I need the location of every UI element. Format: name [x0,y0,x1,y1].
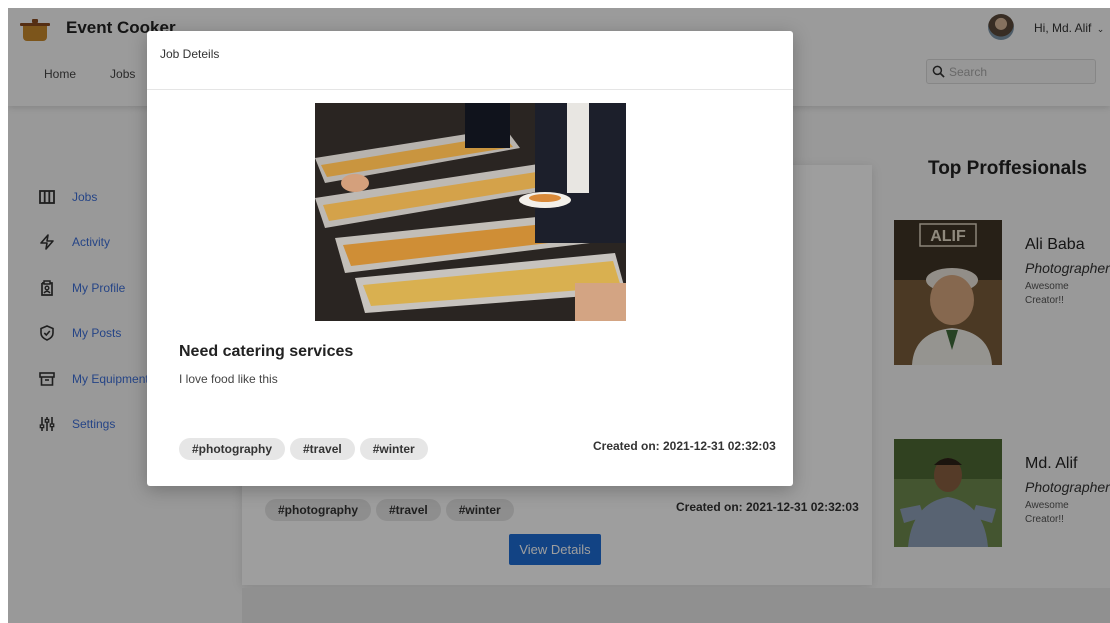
job-tags: #photography #travel #winter [179,438,433,460]
job-title: Need catering services [179,343,354,360]
job-details-modal: Job Deteils Need catering services I lov… [147,31,793,486]
job-created-date: Created on: 2021-12-31 02:32:03 [593,439,776,453]
tag-chip[interactable]: #photography [179,438,285,460]
modal-header: Job Deteils [147,31,793,90]
app-window: Event Cooker Home Jobs Hi, Md. Alif ⌄ Jo [8,8,1110,623]
tag-chip[interactable]: #winter [359,438,428,460]
modal-title: Job Deteils [160,47,220,61]
job-description: I love food like this [179,372,278,386]
tag-chip[interactable]: #travel [290,438,355,460]
job-image [315,103,626,321]
